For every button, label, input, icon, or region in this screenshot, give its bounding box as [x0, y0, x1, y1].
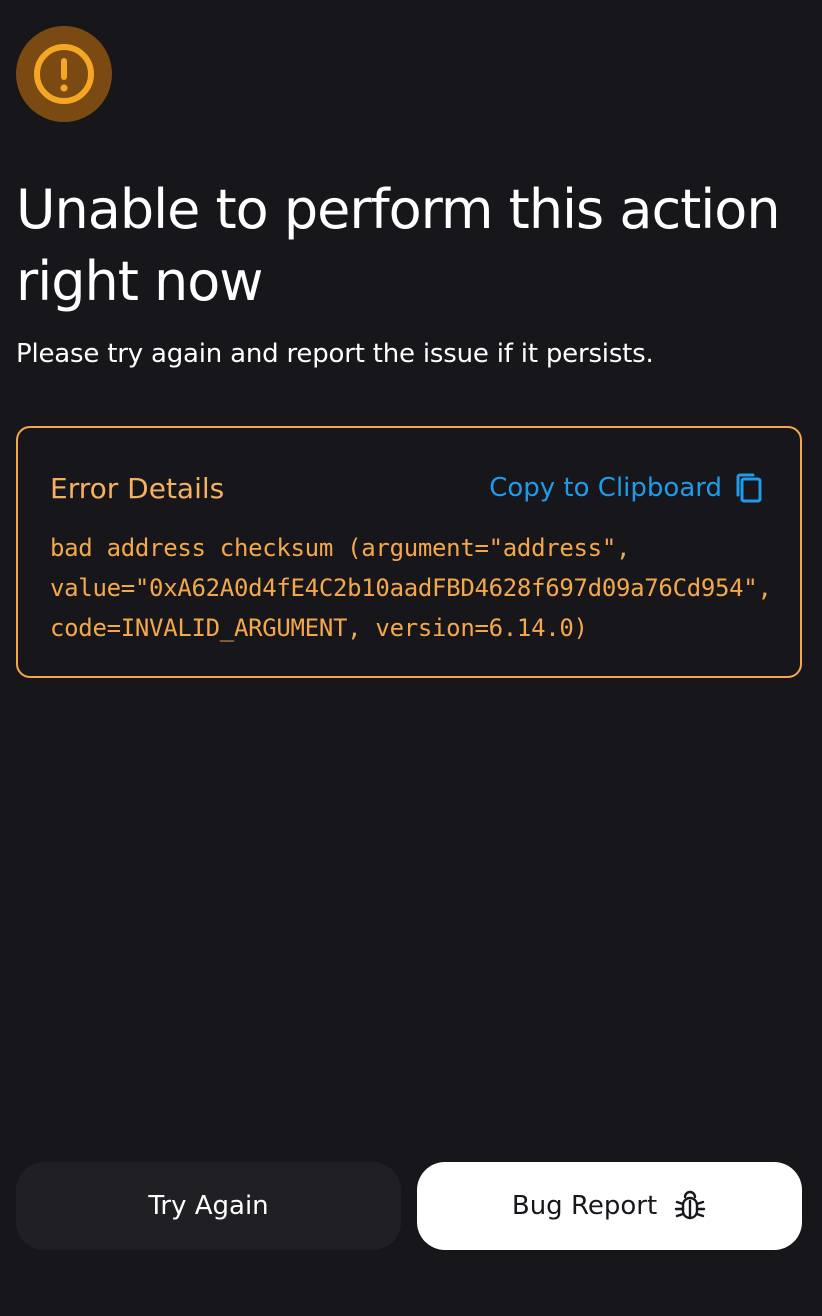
copy-to-clipboard-label: Copy to Clipboard [489, 473, 722, 503]
try-again-label: Try Again [148, 1191, 269, 1221]
bug-report-button[interactable]: Bug Report [417, 1162, 802, 1250]
warning-circle-icon [34, 44, 94, 104]
error-message: bad address checksum (argument="address"… [50, 534, 772, 642]
error-details-card: Error Details Copy to Clipboard bad addr… [16, 426, 802, 678]
bug-report-label: Bug Report [511, 1191, 658, 1221]
page-subtitle: Please try again and report the issue if… [16, 339, 654, 369]
try-again-button[interactable]: Try Again [16, 1162, 401, 1250]
error-details-header: Error Details Copy to Clipboard [50, 466, 764, 510]
page-title: Unable to perform this action right now [16, 178, 781, 313]
bug-icon [674, 1190, 706, 1220]
copy-icon [736, 473, 762, 503]
error-screen: Unable to perform this action right now … [0, 0, 822, 1316]
error-details-title: Error Details [50, 471, 225, 505]
copy-to-clipboard-button[interactable]: Copy to Clipboard [489, 472, 764, 504]
warning-badge [16, 26, 112, 122]
